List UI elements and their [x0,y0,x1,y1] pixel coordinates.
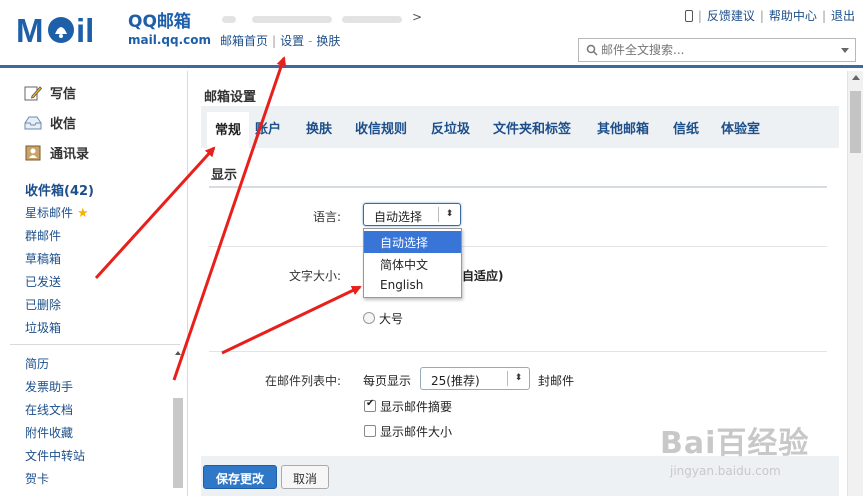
skin-link[interactable]: 换肤 [316,34,340,48]
feedback-link[interactable]: 反馈建议 [707,9,755,23]
section-divider [209,186,827,188]
brand: QQ邮箱 mail.qq.com [128,12,211,48]
settings-tabs: 常规 账户 换肤 收信规则 反垃圾 文件夹和标签 其他邮箱 信纸 体验室 [201,106,839,148]
compose-button[interactable]: 写信 [24,83,76,102]
phone-icon[interactable] [684,10,693,22]
search-input[interactable] [601,42,831,58]
sidebar-divider [10,344,180,345]
contacts-button[interactable]: 通讯录 [24,143,89,162]
inbox-tray-icon [24,116,42,130]
tab-account[interactable]: 账户 [255,118,281,137]
settings-link[interactable]: 设置 [280,34,304,48]
scroll-up-icon[interactable] [852,75,860,80]
per-page-prefix: 每页显示 [363,374,412,388]
star-icon: ★ [77,206,89,221]
language-select[interactable]: 自动选择 ⬍ [363,203,461,226]
font-size-label: 文字大小: [288,269,341,283]
scroll-up-icon[interactable] [175,351,181,355]
tab-stationery[interactable]: 信纸 [673,118,699,137]
page-scroll-thumb[interactable] [850,91,861,153]
qq-mail-logo[interactable]: M il [16,10,126,50]
language-option-auto[interactable]: 自动选择 [364,231,461,253]
tool-invoice[interactable]: 发票助手 [25,378,73,395]
select-arrow-icon: ⬍ [438,207,460,222]
help-center-link[interactable]: 帮助中心 [769,9,817,23]
mail-list-label: 在邮件列表中: [264,374,341,388]
font-size-large-radio[interactable] [363,312,375,324]
folder-sent[interactable]: 已发送 [25,273,61,290]
address-book-icon [25,145,41,161]
tab-general[interactable]: 常规 [207,112,250,148]
action-bar: 保存更改 取消 [201,456,839,496]
pencil-icon [24,86,42,101]
main-content: 邮箱设置 常规 账户 换肤 收信规则 反垃圾 文件夹和标签 其他邮箱 信纸 体验… [189,71,847,496]
show-summary-label[interactable]: 显示邮件摘要 [380,398,452,415]
show-size-label[interactable]: 显示邮件大小 [380,423,452,440]
search-box[interactable] [578,38,856,62]
search-icon [586,44,598,56]
folder-deleted[interactable]: 已删除 [25,296,61,313]
header-nav: 邮箱首页 | 设置 - 换肤 [220,34,341,48]
receive-button[interactable]: 收信 [24,113,76,132]
tool-file-transfer[interactable]: 文件中转站 [25,447,85,464]
page-scrollbar[interactable] [847,71,863,496]
show-size-checkbox[interactable] [364,425,376,437]
svg-text:il: il [76,12,94,49]
font-size-adaptive-text: 自适应) [462,269,504,283]
folder-drafts[interactable]: 草稿箱 [25,250,61,267]
page-title: 邮箱设置 [204,90,257,105]
row-divider [209,351,827,352]
tab-lab[interactable]: 体验室 [721,118,760,137]
tab-anti-spam[interactable]: 反垃圾 [431,118,470,137]
per-page-suffix: 封邮件 [538,374,575,388]
save-button[interactable]: 保存更改 [203,465,277,489]
language-option-english[interactable]: English [364,275,461,297]
svg-text:M: M [16,12,44,49]
sidebar: 写信 收信 通讯录 收件箱(42) 星标邮件 ★ 群邮件 草稿箱 已发送 已删除 … [0,71,188,496]
tool-attachments[interactable]: 附件收藏 [25,424,73,441]
language-label: 语言: [312,210,341,224]
tab-other-mailboxes[interactable]: 其他邮箱 [597,118,649,137]
tool-cards[interactable]: 贺卡 [25,470,49,487]
sidebar-scrollbar[interactable] [172,351,184,491]
sidebar-scroll-thumb[interactable] [173,398,183,488]
language-option-chinese[interactable]: 简体中文 [364,253,461,275]
top-links: | 反馈建议 | 帮助中心 | 退出 [684,7,855,24]
folder-spam[interactable]: 垃圾箱 [25,319,61,336]
user-account-chevron[interactable]: > [412,10,422,24]
folder-group[interactable]: 群邮件 [25,227,61,244]
select-arrow-icon: ⬍ [507,371,529,386]
tab-skin[interactable]: 换肤 [306,118,332,137]
show-summary-checkbox[interactable] [364,398,376,412]
settings-panel: 显示 语言: 自动选择 ⬍ 文字大小: 自适应) 大号 自动选择 简体中文 En… [201,148,839,496]
per-page-select[interactable]: 25(推荐) ⬍ [420,367,530,390]
section-display-title: 显示 [211,168,238,183]
tool-resume[interactable]: 简历 [25,355,49,372]
mail-home-link[interactable]: 邮箱首页 [220,34,268,48]
brand-domain: mail.qq.com [128,33,211,47]
folder-inbox[interactable]: 收件箱(42) [25,180,94,199]
row-divider [209,246,827,247]
search-dropdown-icon[interactable] [841,48,849,53]
cancel-button[interactable]: 取消 [281,465,329,489]
logout-link[interactable]: 退出 [831,9,855,23]
font-size-large-label[interactable]: 大号 [379,310,403,327]
header: M il QQ邮箱 mail.qq.com > 邮箱首页 | 设置 - 换肤 | 反馈建议… [0,0,863,68]
user-account-name[interactable]: > [222,10,422,26]
brand-title: QQ邮箱 [128,12,191,32]
language-dropdown[interactable]: 自动选择 简体中文 English [363,228,462,298]
folder-starred[interactable]: 星标邮件 ★ [25,204,89,221]
tab-folders-labels[interactable]: 文件夹和标签 [493,118,571,137]
tab-mail-rules[interactable]: 收信规则 [355,118,407,137]
tool-online-docs[interactable]: 在线文档 [25,401,73,418]
